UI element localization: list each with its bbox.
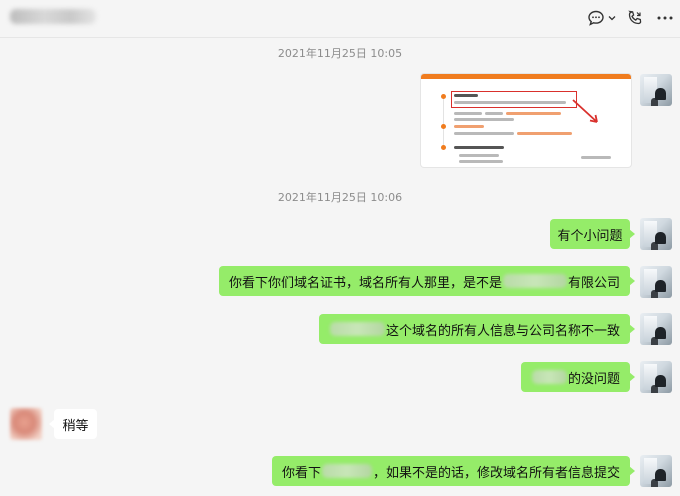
- chat-header: [0, 0, 680, 38]
- avatar-self[interactable]: [640, 266, 672, 298]
- avatar-self[interactable]: [640, 313, 672, 345]
- redacted-domain: [322, 464, 372, 478]
- more-icon: [657, 16, 673, 20]
- message-text: 你看下你们域名证书，域名所有人那里，是不是: [229, 275, 503, 291]
- avatar-self[interactable]: [640, 361, 672, 393]
- redacted-company-name: [503, 274, 567, 288]
- message-text: 的没问题: [567, 371, 620, 387]
- message-text: 有限公司: [567, 275, 620, 291]
- message-timestamp: 2021年11月25日 10:06: [277, 191, 403, 204]
- chat-title-redacted: [10, 9, 96, 24]
- chat-bubble-icon: [587, 9, 605, 27]
- image-message-screenshot[interactable]: [421, 74, 631, 167]
- message-text: 稍等: [62, 418, 89, 434]
- message-bubble-self[interactable]: 你看下你们域名证书，域名所有人那里，是不是 有限公司: [219, 266, 635, 296]
- message-text: ，如果不是的话，修改域名所有者信息提交: [372, 465, 620, 481]
- more-button[interactable]: [655, 8, 675, 28]
- highlight-box: [451, 91, 577, 108]
- message-text: 有个小问题: [557, 228, 623, 244]
- avatar-self[interactable]: [640, 455, 672, 487]
- chat-info-button[interactable]: [583, 8, 619, 28]
- red-arrow-icon: [572, 99, 598, 123]
- message-bubble-self[interactable]: 有个小问题: [550, 219, 635, 249]
- avatar-self[interactable]: [640, 74, 672, 106]
- message-timestamp: 2021年11月25日 10:05: [277, 47, 403, 60]
- message-text: 这个域名的所有人信息与公司名称不一致: [385, 323, 620, 339]
- redacted-domain: [532, 370, 567, 384]
- phone-icon: [626, 9, 644, 27]
- avatar-contact[interactable]: [10, 408, 42, 440]
- message-bubble-other[interactable]: 稍等: [49, 409, 97, 439]
- call-button[interactable]: [625, 8, 645, 28]
- chevron-down-icon: [608, 15, 616, 21]
- message-bubble-self[interactable]: 你看下 ，如果不是的话，修改域名所有者信息提交: [272, 456, 635, 486]
- message-bubble-self[interactable]: 的没问题: [521, 362, 635, 392]
- redacted-domain: [330, 322, 385, 336]
- message-text: 你看下: [282, 465, 322, 481]
- message-bubble-self[interactable]: 这个域名的所有人信息与公司名称不一致: [319, 314, 635, 344]
- avatar-self[interactable]: [640, 218, 672, 250]
